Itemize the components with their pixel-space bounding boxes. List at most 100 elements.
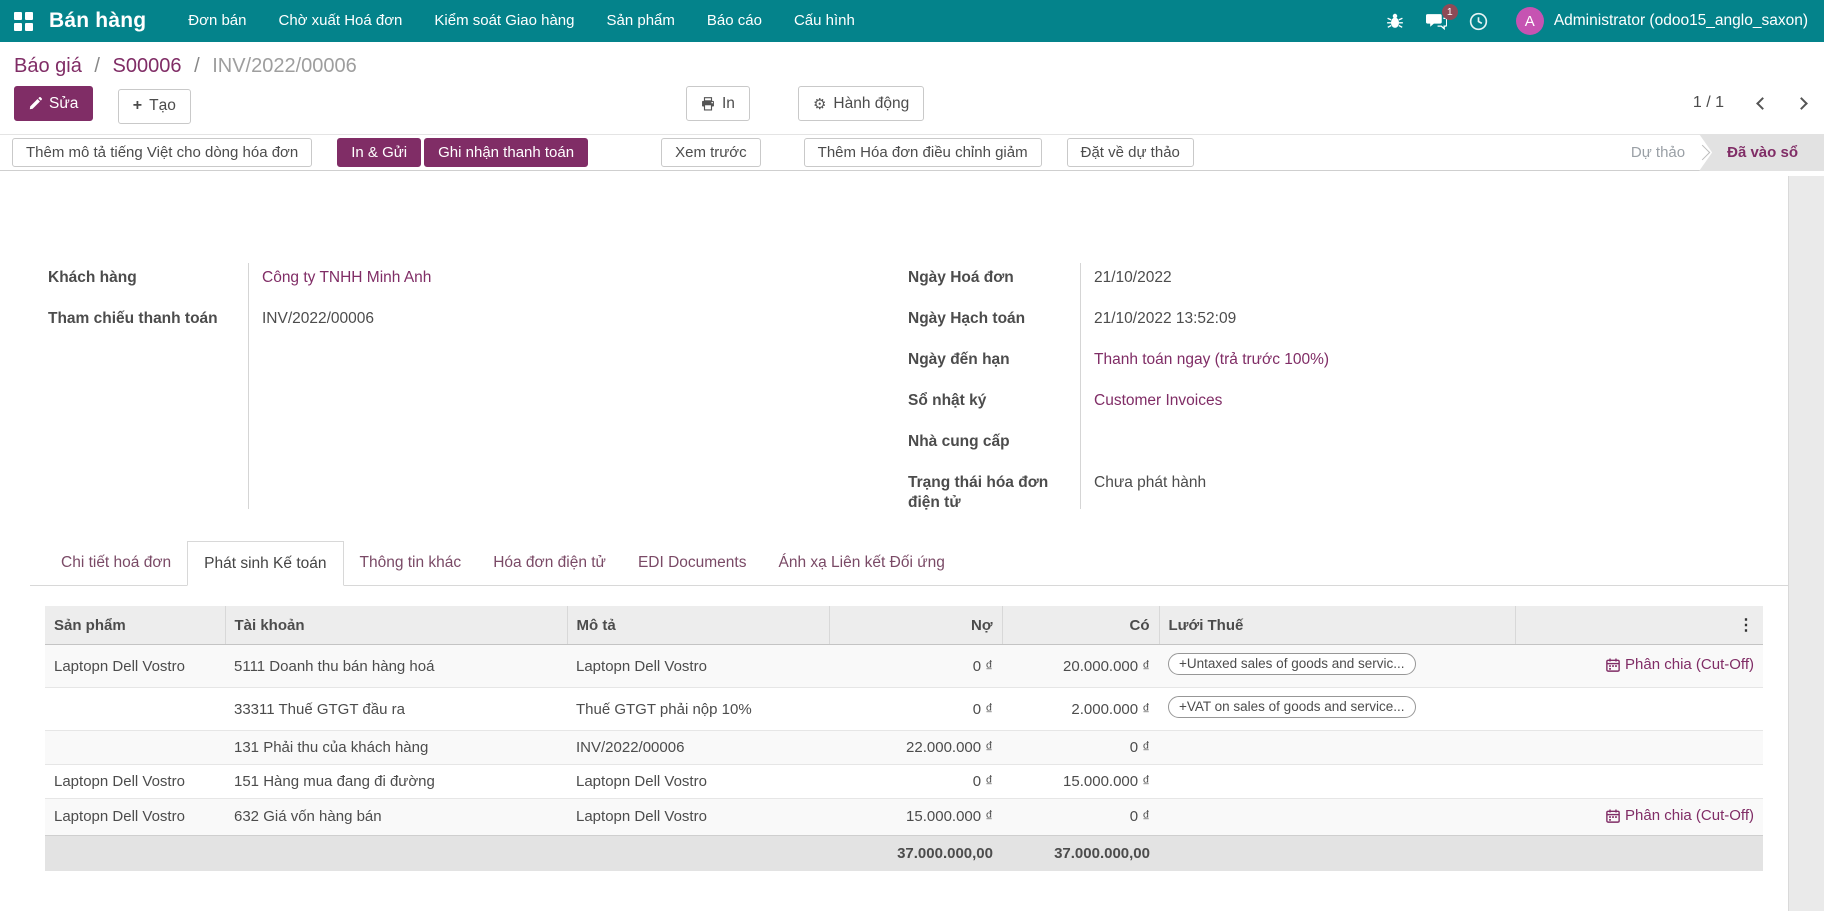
calendar-icon xyxy=(1606,658,1620,672)
due-date-label: Ngày đến hạn xyxy=(908,341,1080,382)
action-button[interactable]: ⚙ Hành động xyxy=(798,86,924,121)
cell-debit: 15.000.000 ₫ xyxy=(829,799,1002,836)
field-row-accounting-date: Ngày Hạch toán 21/10/2022 13:52:09 xyxy=(908,300,1744,341)
tab-hoa-don-dien-tu[interactable]: Hóa đơn điện tử xyxy=(477,541,622,585)
column-header-credit[interactable]: Có xyxy=(1002,606,1159,645)
journal-items-table: Sản phẩm Tài khoản Mô tả Nợ Có Lưới Thuế… xyxy=(45,606,1763,871)
cutoff-widget[interactable]: Phân chia (Cut-Off) xyxy=(1606,656,1754,673)
messages-icon[interactable]: 1 xyxy=(1416,0,1458,42)
nav-item-cau-hinh[interactable]: Cấu hình xyxy=(778,0,871,42)
nav-item-san-pham[interactable]: Sản phẩm xyxy=(591,0,691,42)
vertical-scrollbar[interactable] xyxy=(1788,176,1824,911)
cell-product xyxy=(45,688,225,731)
cell-credit: 2.000.000 ₫ xyxy=(1002,688,1159,731)
pencil-icon xyxy=(29,97,42,110)
print-button[interactable]: In xyxy=(686,86,750,121)
cell-account: 33311 Thuế GTGT đầu ra xyxy=(225,688,567,731)
cell-account: 632 Giá vốn hàng bán xyxy=(225,799,567,836)
table-row[interactable]: 33311 Thuế GTGT đầu ra Thuế GTGT phải nộ… xyxy=(45,688,1763,731)
create-button[interactable]: + Tạo xyxy=(118,89,191,124)
register-payment-button[interactable]: Ghi nhận thanh toán xyxy=(424,138,588,167)
accounting-date-value: 21/10/2022 13:52:09 xyxy=(1080,300,1744,341)
cell-debit: 0 ₫ xyxy=(829,645,1002,688)
tab-thong-tin-khac[interactable]: Thông tin khác xyxy=(344,541,478,585)
apps-grid-icon[interactable] xyxy=(14,12,33,31)
breadcrumb-s00006[interactable]: S00006 xyxy=(113,55,182,77)
tab-phat-sinh-ke-toan[interactable]: Phát sinh Kế toán xyxy=(187,541,343,586)
field-row-customer: Khách hàng Công ty TNHH Minh Anh xyxy=(48,259,908,300)
tab-edi-documents[interactable]: EDI Documents xyxy=(622,541,763,585)
field-group-left: Khách hàng Công ty TNHH Minh Anh Tham ch… xyxy=(48,259,908,513)
cell-credit: 0 ₫ xyxy=(1002,799,1159,836)
app-name[interactable]: Bán hàng xyxy=(49,9,146,33)
table-row[interactable]: Laptopn Dell Vostro 632 Giá vốn hàng bán… xyxy=(45,799,1763,836)
debug-bug-icon[interactable] xyxy=(1374,0,1416,42)
vendor-label: Nhà cung cấp xyxy=(908,423,1080,464)
table-row[interactable]: Laptopn Dell Vostro 151 Hàng mua đang đi… xyxy=(45,765,1763,799)
cutoff-label: Phân chia (Cut-Off) xyxy=(1625,807,1754,824)
breadcrumb-bao-gia[interactable]: Báo giá xyxy=(14,55,82,77)
print-and-send-button[interactable]: In & Gửi xyxy=(337,138,421,167)
form-sheet: Khách hàng Công ty TNHH Minh Anh Tham ch… xyxy=(0,171,1824,871)
optional-columns-kebab-icon[interactable]: ⋮ xyxy=(1515,606,1763,645)
tab-anh-xa-lien-ket-doi-ung[interactable]: Ánh xạ Liên kết Đối ứng xyxy=(762,541,960,585)
payment-reference-value: INV/2022/00006 xyxy=(248,300,908,341)
status-stage-posted[interactable]: Đã vào sổ xyxy=(1699,134,1824,171)
field-row-journal: Sổ nhật ký Customer Invoices xyxy=(908,382,1744,423)
column-header-tax-grids[interactable]: Lưới Thuế xyxy=(1159,606,1515,645)
pager-previous-icon[interactable] xyxy=(1756,97,1769,110)
cell-account: 151 Hàng mua đang đi đường xyxy=(225,765,567,799)
status-stage-draft[interactable]: Dự thảo xyxy=(1613,144,1703,161)
nav-item-bao-cao[interactable]: Báo cáo xyxy=(691,0,778,42)
create-button-label: Tạo xyxy=(149,97,176,115)
tax-tag-pill[interactable]: +VAT on sales of goods and service... xyxy=(1168,696,1416,718)
field-row-vendor: Nhà cung cấp xyxy=(908,423,1744,464)
field-group-right: Ngày Hoá đơn 21/10/2022 Ngày Hạch toán 2… xyxy=(908,259,1744,513)
credit-total: 37.000.000,00 xyxy=(1002,835,1159,871)
nav-item-don-ban[interactable]: Đơn bán xyxy=(172,0,262,42)
main-menu: Đơn bán Chờ xuất Hoá đơn Kiểm soát Giao … xyxy=(172,0,871,42)
customer-label: Khách hàng xyxy=(48,259,248,300)
user-menu[interactable]: Administrator (odoo15_anglo_saxon) xyxy=(1554,12,1808,30)
journal-label: Sổ nhật ký xyxy=(908,382,1080,423)
cell-debit: 0 ₫ xyxy=(829,765,1002,799)
field-row-einvoice-status: Trạng thái hóa đơn điện tử Chưa phát hàn… xyxy=(908,464,1744,513)
payment-terms-value-link[interactable]: Thanh toán ngay (trả trước 100%) xyxy=(1094,351,1329,368)
cell-description: Laptopn Dell Vostro xyxy=(567,799,829,836)
nav-item-kiem-soat-giao-hang[interactable]: Kiểm soát Giao hàng xyxy=(418,0,590,42)
calendar-icon xyxy=(1606,809,1620,823)
user-avatar[interactable]: A xyxy=(1516,7,1544,35)
cell-product: Laptopn Dell Vostro xyxy=(45,765,225,799)
add-vietnamese-description-button[interactable]: Thêm mô tả tiếng Việt cho dòng hóa đơn xyxy=(12,138,312,167)
status-widget: Dự thảo Đã vào sổ xyxy=(1613,134,1824,171)
pager-next-icon[interactable] xyxy=(1795,97,1808,110)
tab-chi-tiet-hoa-don[interactable]: Chi tiết hoá đơn xyxy=(45,541,187,585)
nav-item-cho-xuat-hoa-don[interactable]: Chờ xuất Hoá đơn xyxy=(263,0,419,42)
activities-clock-icon[interactable] xyxy=(1458,0,1500,42)
tax-tag-pill[interactable]: +Untaxed sales of goods and servic... xyxy=(1168,653,1416,675)
column-header-product[interactable]: Sản phẩm xyxy=(45,606,225,645)
cell-description: Laptopn Dell Vostro xyxy=(567,765,829,799)
table-row[interactable]: 131 Phải thu của khách hàng INV/2022/000… xyxy=(45,731,1763,765)
column-header-debit[interactable]: Nợ xyxy=(829,606,1002,645)
table-row[interactable]: Laptopn Dell Vostro 5111 Doanh thu bán h… xyxy=(45,645,1763,688)
breadcrumb-separator: / xyxy=(194,55,200,77)
customer-value-link[interactable]: Công ty TNHH Minh Anh xyxy=(262,269,431,286)
printer-icon xyxy=(701,97,715,111)
column-header-description[interactable]: Mô tả xyxy=(567,606,829,645)
cutoff-widget[interactable]: Phân chia (Cut-Off) xyxy=(1606,807,1754,824)
journal-value-link[interactable]: Customer Invoices xyxy=(1094,392,1222,409)
breadcrumb-current: INV/2022/00006 xyxy=(212,55,357,77)
print-button-label: In xyxy=(722,95,735,113)
pager: 1 / 1 xyxy=(1693,94,1806,112)
add-credit-note-button[interactable]: Thêm Hóa đơn điều chỉnh giảm xyxy=(804,138,1042,167)
edit-button[interactable]: Sửa xyxy=(14,86,93,121)
preview-button[interactable]: Xem trước xyxy=(661,138,761,167)
reset-to-draft-button[interactable]: Đặt về dự thảo xyxy=(1067,138,1194,167)
plus-icon: + xyxy=(133,97,142,115)
column-header-account[interactable]: Tài khoản xyxy=(225,606,567,645)
edit-button-label: Sửa xyxy=(49,95,78,113)
cell-product: Laptopn Dell Vostro xyxy=(45,799,225,836)
top-navbar: Bán hàng Đơn bán Chờ xuất Hoá đơn Kiểm s… xyxy=(0,0,1824,42)
navbar-right: 1 A Administrator (odoo15_anglo_saxon) xyxy=(1374,0,1808,42)
